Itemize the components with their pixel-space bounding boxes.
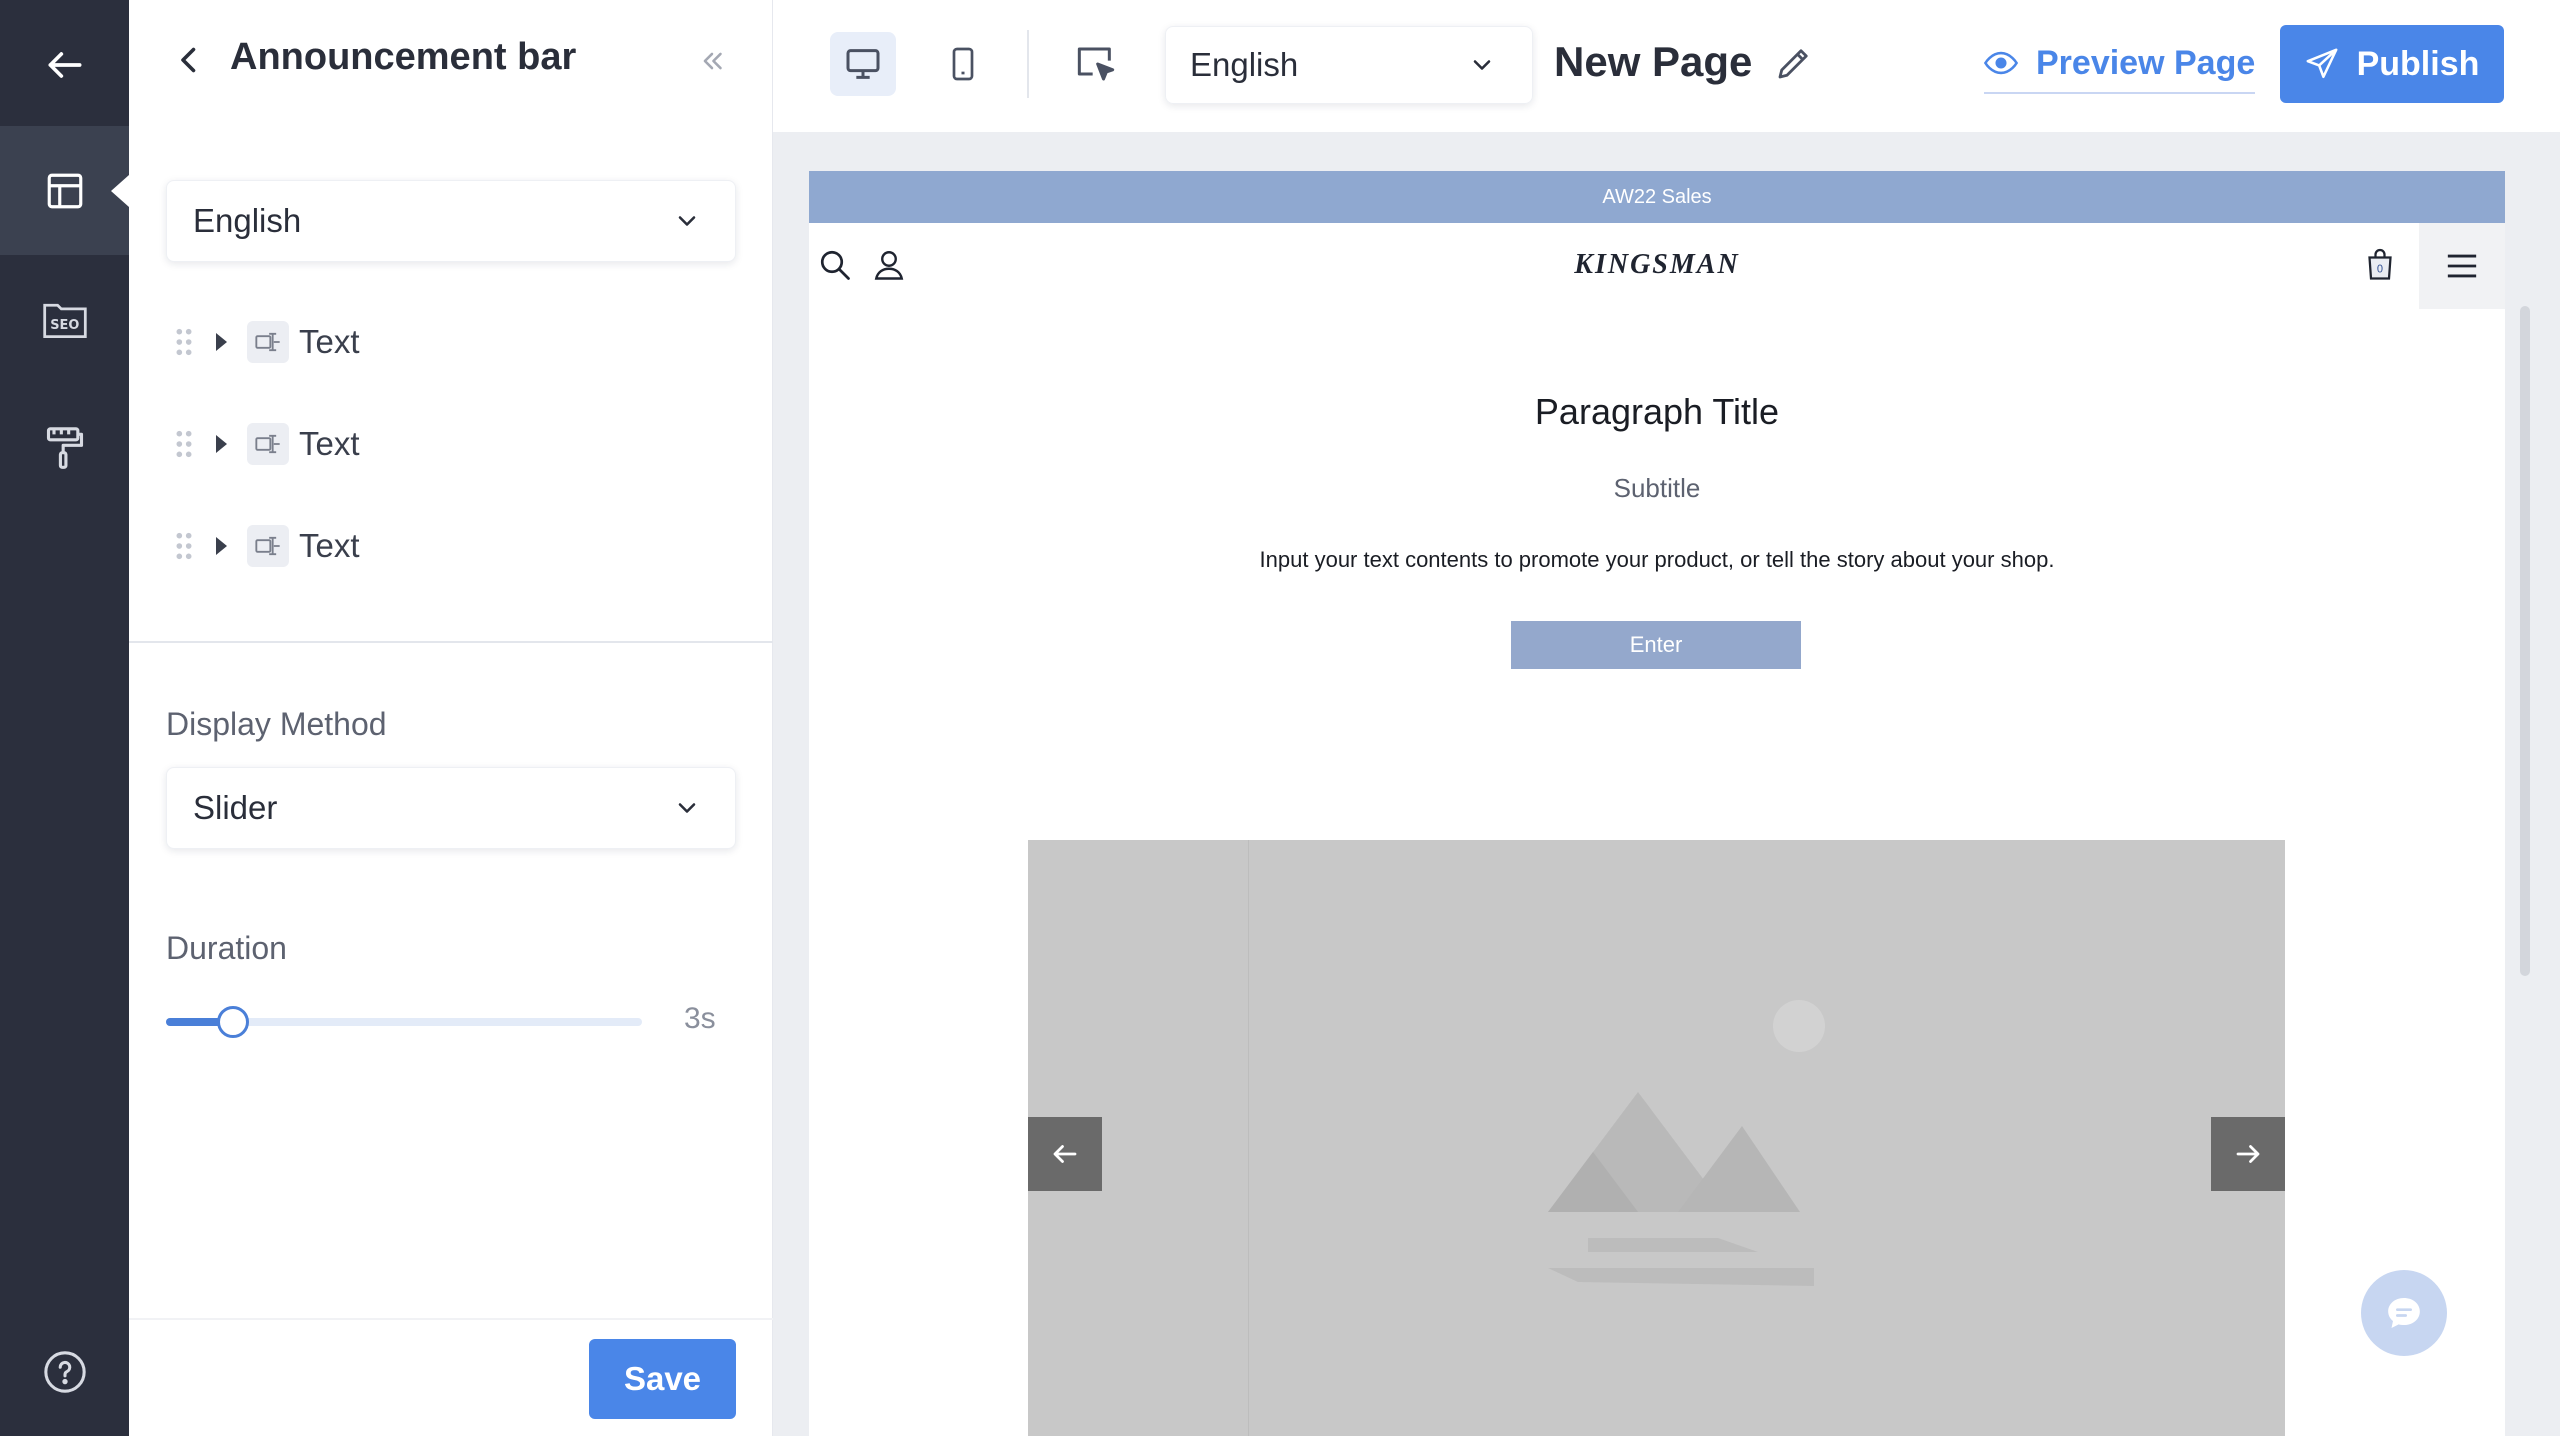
paragraph-subtitle: Subtitle [1613, 473, 1701, 503]
rail-seo-button[interactable]: SEO [0, 255, 129, 384]
paragraph-title: Paragraph Title [1534, 391, 1780, 432]
paint-roller-icon [46, 426, 83, 469]
preview-page-link[interactable]: Preview Page [1984, 38, 2256, 94]
chevron-left-icon[interactable] [171, 42, 207, 78]
expand-caret-icon[interactable] [216, 333, 227, 351]
desktop-view-button[interactable] [830, 32, 896, 96]
paragraph-body: Input your text contents to promote your… [1259, 547, 2055, 572]
hamburger-icon [2447, 254, 2477, 278]
duration-label: Duration [166, 930, 287, 966]
help-button[interactable] [0, 1307, 129, 1436]
page-preview[interactable]: AW22 Sales KINGSMAN 0 Paragraph Title Su… [809, 171, 2505, 1436]
eye-icon [1984, 51, 2018, 75]
tree-item-text-2[interactable]: Text [174, 414, 734, 474]
tree-item-label: Text [299, 323, 360, 360]
layout-icon [47, 173, 82, 208]
help-icon [43, 1350, 86, 1393]
publish-button[interactable]: Publish [2280, 25, 2504, 103]
preview-page-label: Preview Page [2036, 43, 2256, 82]
image-slideshow[interactable] [1028, 840, 2285, 1436]
display-method-value: Slider [193, 789, 278, 826]
mobile-view-button[interactable] [930, 32, 996, 96]
display-method-select[interactable]: Slider [166, 767, 736, 849]
editor-canvas: AW22 Sales KINGSMAN 0 Paragraph Title Su… [773, 132, 2560, 1436]
panel-divider [129, 641, 773, 643]
desktop-icon [846, 49, 880, 79]
tree-item-text-3[interactable]: Text [174, 516, 734, 576]
publish-label: Publish [2356, 44, 2480, 83]
toolbar-separator [1027, 30, 1029, 98]
slide-next-button[interactable] [2211, 1117, 2285, 1191]
left-rail: SEO [0, 0, 129, 1436]
drag-handle-icon[interactable] [174, 327, 194, 357]
cursor-select-icon [1077, 47, 1115, 81]
slide-prev-button[interactable] [1028, 1117, 1102, 1191]
language-value: English [1190, 46, 1299, 83]
announcement-bar[interactable]: AW22 Sales [809, 171, 2505, 223]
site-header: KINGSMAN 0 [809, 223, 2505, 309]
arrow-left-icon [1053, 1145, 1077, 1163]
panel-title: Announcement bar [230, 36, 577, 78]
select-element-button[interactable] [1063, 32, 1129, 96]
image-placeholder-icon [1548, 1000, 1825, 1286]
tree-item-label: Text [299, 527, 360, 564]
hamburger-menu-button[interactable] [2419, 223, 2505, 309]
site-logo[interactable]: KINGSMAN [809, 249, 2505, 281]
duration-value: 3s [684, 1002, 716, 1035]
rail-theme-button[interactable] [0, 384, 129, 513]
expand-caret-icon[interactable] [216, 537, 227, 555]
arrow-left-icon [48, 51, 81, 78]
tree-item-label: Text [299, 425, 360, 462]
duration-slider-thumb[interactable] [216, 1006, 249, 1038]
text-block-icon [247, 423, 289, 465]
back-button[interactable] [0, 0, 129, 129]
drag-handle-icon[interactable] [174, 531, 194, 561]
canvas-scrollbar[interactable] [2520, 306, 2530, 976]
panel-footer-divider [129, 1318, 773, 1320]
pencil-icon[interactable] [1773, 42, 1815, 84]
chat-icon [2388, 1298, 2420, 1328]
save-button[interactable]: Save [589, 1339, 736, 1419]
chevron-down-icon [678, 803, 696, 813]
tree-item-text-1[interactable]: Text [174, 312, 734, 372]
language-select[interactable]: English [1165, 26, 1533, 104]
cart-count: 0 [2377, 264, 2384, 276]
chat-support-button[interactable] [2361, 1270, 2447, 1356]
panel-language-select[interactable]: English [166, 180, 736, 262]
settings-panel: Announcement bar English Text Text Text … [129, 0, 773, 1436]
text-block-icon [247, 525, 289, 567]
seo-icon: SEO [42, 303, 87, 338]
chevron-down-icon [1473, 60, 1491, 70]
display-method-label: Display Method [166, 706, 387, 742]
drag-handle-icon[interactable] [174, 429, 194, 459]
top-toolbar: English New Page Preview Page Publish [773, 0, 2560, 132]
send-icon [2306, 48, 2338, 79]
svg-text:SEO: SEO [50, 318, 79, 333]
panel-language-value: English [193, 202, 302, 239]
chevron-down-icon [678, 216, 696, 226]
page-name: New Page [1554, 38, 1753, 85]
text-block-icon [247, 321, 289, 363]
mobile-icon [952, 47, 974, 81]
enter-button[interactable]: Enter [1511, 621, 1801, 669]
duration-slider[interactable] [166, 1006, 642, 1038]
rail-layout-button[interactable] [0, 126, 129, 255]
arrow-right-icon [2236, 1145, 2260, 1163]
collapse-panel-icon[interactable] [695, 44, 729, 78]
shopping-bag-icon[interactable]: 0 [2362, 247, 2398, 283]
expand-caret-icon[interactable] [216, 435, 227, 453]
